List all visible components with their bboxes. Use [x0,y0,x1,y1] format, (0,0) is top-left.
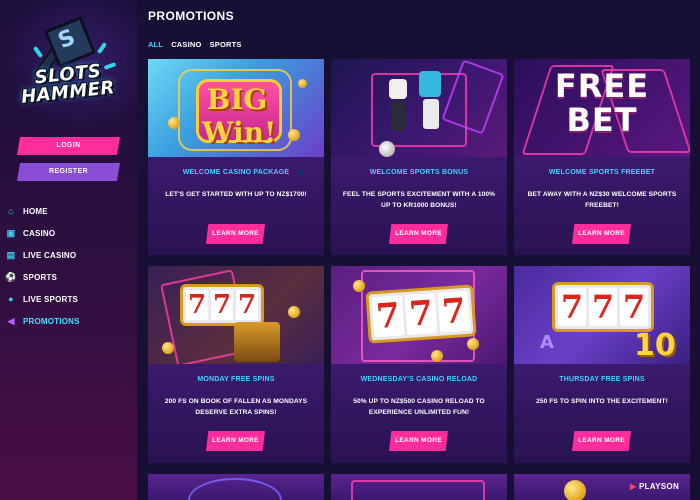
promotions-icon: ◀ [7,316,15,326]
tab-casino[interactable]: CASINO [171,40,201,49]
promo-image: BIG Win! [148,59,324,157]
promo-body: MONDAY FREE SPINS 200 FS ON BOOK OF FALL… [148,364,324,463]
promo-image: FREE BET [514,59,690,157]
promo-card-welcome-casino[interactable]: BIG Win! WELCOME CASINO PACKAGE LET'S GE… [148,59,324,255]
promo-card-wednesday-reload[interactable]: 7 7 7 77 WEDNESDAY'S CASINO RELOAD 50% U… [331,266,507,463]
pharaoh-icon [234,322,280,362]
promo-body: WELCOME SPORTS FREEBET BET AWAY WITH A N… [514,157,690,255]
sidebar-item-sports[interactable]: ⚽ SPORTS [5,266,134,288]
live-casino-icon: ▤ [6,250,16,260]
number-ten-icon: 10 [634,328,676,363]
sports-icon: ⚽ [5,272,17,282]
promo-title: WELCOME SPORTS BONUS [369,169,469,176]
promo-image: 777 777 [148,266,324,364]
promo-title: WELCOME SPORTS FREEBET [548,169,656,176]
card-a-icon: A [540,332,554,353]
sidebar-item-label: PROMOTIONS [23,316,80,326]
player-icon [389,79,407,99]
sidebar: SLOTS HAMMER LOGIN REGISTER ⌂ HOME ▣ CAS… [0,0,137,500]
promo-card-partial[interactable]: ▶ PLAYSON [514,474,690,500]
tab-all[interactable]: ALL [148,40,163,49]
provider-badge: ▶ PLAYSON [630,482,680,491]
promo-body: WEDNESDAY'S CASINO RELOAD 50% UP TO NZ$5… [331,364,507,463]
learn-more-button[interactable]: LEARN MORE [389,224,448,244]
promo-card-welcome-sports[interactable]: WELCOME SPORTS BONUS FEEL THE SPORTS EXC… [331,59,507,255]
main-content: PROMOTIONS ALL CASINO SPORTS BIG Win! WE… [137,0,700,500]
promo-image: 7 7 7 77 [331,266,507,364]
learn-more-button[interactable]: LEARN MORE [572,224,631,244]
promo-card-partial[interactable] [331,474,507,500]
big-win-text: BIG Win! [202,83,277,149]
learn-more-button[interactable]: LEARN MORE [389,431,448,451]
sidebar-item-label: CASINO [23,228,56,238]
sidebar-item-live-sports[interactable]: ● LIVE SPORTS [6,288,134,310]
sidebar-item-label: HOME [23,206,48,216]
login-button[interactable]: LOGIN [17,137,120,155]
player-icon [419,71,441,97]
home-icon: ⌂ [8,206,14,216]
sidebar-nav: ⌂ HOME ▣ CASINO ▤ LIVE CASINO ⚽ SPORTS ●… [5,200,134,332]
football-icon [379,141,395,157]
promo-description: BET AWAY WITH A NZ$30 WELCOME SPORTS FRE… [527,191,677,209]
sidebar-item-label: LIVE CASINO [23,250,77,260]
promo-card-thursday-free-spins[interactable]: 7 7 7 10 A 777 THURSDAY FREE SPINS 250 F… [514,266,690,463]
sidebar-item-casino[interactable]: ▣ CASINO [6,222,134,244]
promo-title: WELCOME CASINO PACKAGE [182,169,290,176]
register-button[interactable]: REGISTER [17,163,120,181]
promo-title: WEDNESDAY'S CASINO RELOAD [360,376,478,383]
page-title: PROMOTIONS [148,9,235,23]
play-icon: ▶ [630,482,637,491]
slot-machine-icon: 7 7 7 [365,284,477,344]
learn-more-button[interactable]: LEARN MORE [206,224,265,244]
promo-image [331,59,507,157]
learn-more-button[interactable]: LEARN MORE [572,431,631,451]
tab-sports[interactable]: SPORTS [210,40,242,49]
promo-card-welcome-freebet[interactable]: FREE BET WELCOME SPORTS FREEBET BET AWAY… [514,59,690,255]
learn-more-button[interactable]: LEARN MORE [206,431,265,451]
promo-card-monday-free-spins[interactable]: 777 777 MONDAY FREE SPINS 200 FS ON BOOK… [148,266,324,463]
sidebar-item-label: LIVE SPORTS [23,294,79,304]
slots-hammer-logo[interactable]: SLOTS HAMMER [12,15,124,114]
promo-description: LET'S GET STARTED WITH UP TO NZ$1700! [165,191,307,198]
promo-description: 250 FS TO SPIN INTO THE EXCITEMENT! [536,398,668,405]
sidebar-item-live-casino[interactable]: ▤ LIVE CASINO [6,244,134,266]
spark-icon [32,45,44,59]
promo-description: 200 FS ON BOOK OF FALLEN AS MONDAYS DESE… [164,398,308,416]
promo-description: FEEL THE SPORTS EXCITEMENT WITH A 100% U… [342,191,496,209]
promo-title: THURSDAY FREE SPINS [559,376,645,383]
promo-description: 50% UP TO NZ$500 CASINO RELOAD TO EXPERI… [353,398,485,416]
promo-image: 7 7 7 10 A 777 [514,266,690,364]
sidebar-item-home[interactable]: ⌂ HOME [6,200,134,222]
casino-icon: ▣ [6,228,16,238]
live-sports-icon: ● [8,294,14,304]
promo-body: THURSDAY FREE SPINS 250 FS TO SPIN INTO … [514,364,690,463]
promo-body: WELCOME CASINO PACKAGE LET'S GET STARTED… [148,157,324,255]
sidebar-item-label: SPORTS [23,272,58,282]
filter-tabs: ALL CASINO SPORTS [148,40,242,49]
promo-card-partial[interactable] [148,474,324,500]
sidebar-item-promotions[interactable]: ◀ PROMOTIONS [6,310,134,332]
slot-machine-icon: 777 [180,284,264,326]
free-bet-text: FREE BET [554,67,650,139]
promo-title: MONDAY FREE SPINS [197,376,275,383]
promo-body: WELCOME SPORTS BONUS FEEL THE SPORTS EXC… [331,157,507,255]
slot-machine-icon: 7 7 7 [552,282,654,332]
spark-icon [96,41,108,55]
